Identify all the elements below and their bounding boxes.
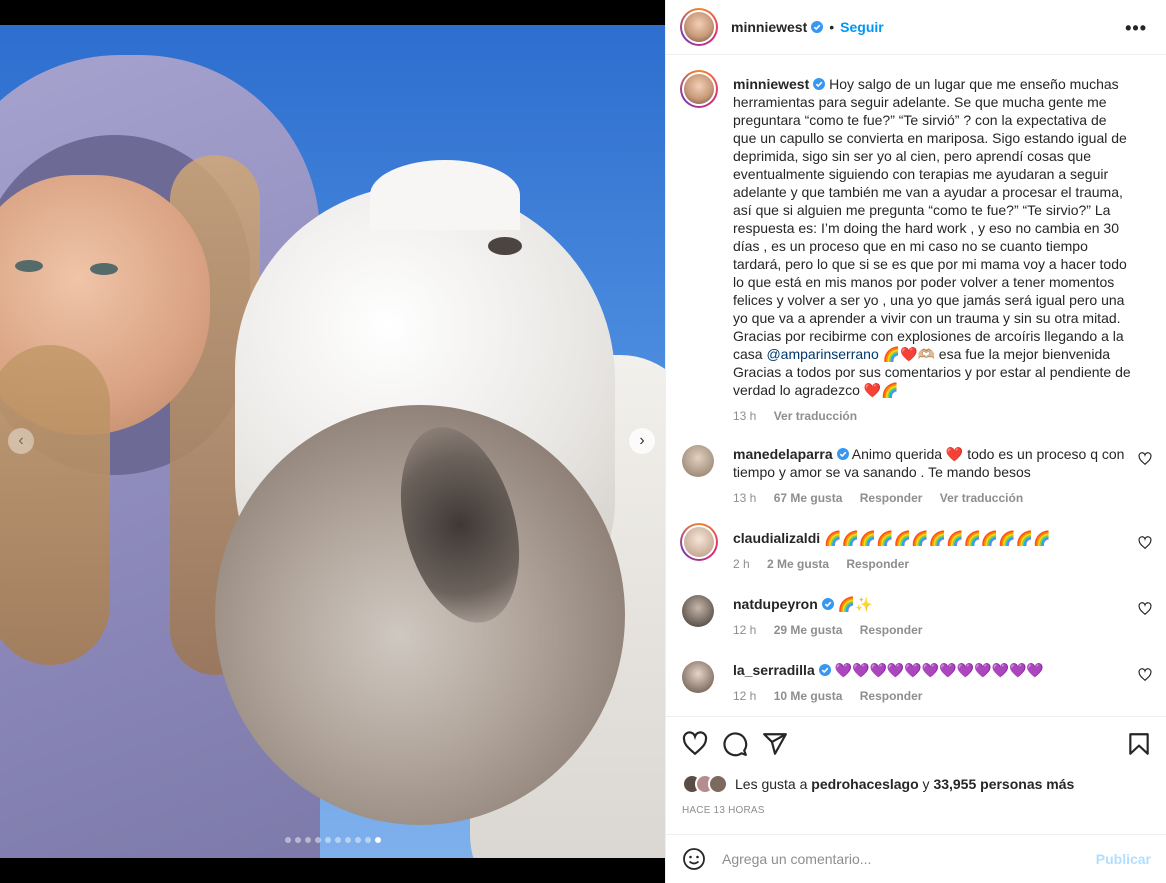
- reply-button[interactable]: Responder: [860, 491, 923, 505]
- media-pane: ‹ ›: [0, 0, 665, 883]
- comment-text: 🌈✨: [837, 596, 873, 612]
- carousel-dot: [345, 837, 351, 843]
- carousel-dot: [335, 837, 341, 843]
- comment-likes[interactable]: 10 Me gusta: [774, 689, 843, 703]
- carousel-dot: [315, 837, 321, 843]
- comment-like-heart-icon[interactable]: [1138, 602, 1152, 616]
- comment-likes[interactable]: 2 Me gusta: [767, 557, 829, 571]
- carousel-dot: [305, 837, 311, 843]
- verified-badge-icon: [836, 448, 849, 460]
- likes-count[interactable]: 33,955 personas más: [933, 776, 1074, 792]
- reply-button[interactable]: Responder: [860, 623, 923, 637]
- commenter-avatar[interactable]: [682, 445, 714, 477]
- liker-avatar: [708, 774, 728, 794]
- caption-text: Hoy salgo de un lugar que me enseño much…: [733, 76, 1127, 362]
- author-username[interactable]: minniewest: [731, 19, 807, 35]
- carousel-indicator: [285, 837, 381, 843]
- heart-icon[interactable]: [682, 731, 708, 757]
- comment-username[interactable]: claudializaldi: [733, 530, 820, 546]
- reply-button[interactable]: Responder: [846, 557, 909, 571]
- comment-translate-link[interactable]: Ver traducción: [940, 491, 1023, 505]
- post-timestamp: HACE 13 HORAS: [682, 805, 765, 816]
- comment-username[interactable]: natdupeyron: [733, 596, 818, 612]
- commenter-avatar[interactable]: [680, 523, 718, 561]
- comment-username[interactable]: la_serradilla: [733, 662, 815, 678]
- commenter-avatar[interactable]: [682, 595, 714, 627]
- comment-like-heart-icon[interactable]: [1138, 536, 1152, 550]
- comment-username[interactable]: manedelaparra: [733, 446, 833, 462]
- carousel-dot: [325, 837, 331, 843]
- post-header: minniewest • Seguir •••: [666, 0, 1166, 55]
- carousel-prev-button[interactable]: ‹: [8, 428, 34, 454]
- caption-translate-link[interactable]: Ver traducción: [774, 409, 857, 423]
- comment-like-heart-icon[interactable]: [1138, 452, 1152, 466]
- add-comment-bar: Publicar: [666, 834, 1166, 883]
- carousel-dot: [355, 837, 361, 843]
- comment-time: 12 h: [733, 689, 757, 703]
- share-icon[interactable]: [762, 731, 788, 757]
- caption-mention-link[interactable]: @amparinserrano: [766, 346, 878, 362]
- commenter-avatar[interactable]: [682, 661, 714, 693]
- caption-avatar[interactable]: [680, 70, 718, 108]
- carousel-dot: [365, 837, 371, 843]
- author-avatar[interactable]: [680, 8, 718, 46]
- comments-list[interactable]: minniewest Hoy salgo de un lugar que me …: [666, 56, 1166, 716]
- caption-username[interactable]: minniewest: [733, 76, 809, 92]
- comment-likes[interactable]: 29 Me gusta: [774, 623, 843, 637]
- verified-badge-icon: [818, 664, 831, 676]
- follow-button[interactable]: Seguir: [840, 19, 884, 35]
- caption-time: 13 h: [733, 409, 757, 423]
- verified-badge-icon: [811, 21, 824, 33]
- comment-text: 🌈🌈🌈🌈🌈🌈🌈🌈🌈🌈🌈🌈🌈: [824, 530, 1051, 546]
- comment-like-heart-icon[interactable]: [1138, 668, 1152, 682]
- liker-username[interactable]: pedrohaceslago: [811, 776, 918, 792]
- comment-icon[interactable]: [722, 731, 748, 757]
- emoji-icon[interactable]: [682, 847, 706, 871]
- post-modal: ‹ › minniewest • Seguir ••• minniewest H…: [0, 0, 1166, 883]
- likes-prefix: Les gusta a: [735, 776, 812, 792]
- comment-time: 13 h: [733, 491, 757, 505]
- post-photo: [0, 25, 665, 858]
- carousel-dot: [295, 837, 301, 843]
- verified-badge-icon: [813, 78, 826, 90]
- comment-time: 12 h: [733, 623, 757, 637]
- carousel-dot: [285, 837, 291, 843]
- comment-likes[interactable]: 67 Me gusta: [774, 491, 843, 505]
- comment-input[interactable]: [722, 851, 1082, 867]
- comment-text: 💜💜💜💜💜💜💜💜💜💜💜💜: [834, 662, 1044, 678]
- likes-mid: y: [918, 776, 934, 792]
- carousel-next-button[interactable]: ›: [629, 428, 655, 454]
- reply-button[interactable]: Responder: [860, 689, 923, 703]
- publish-button[interactable]: Publicar: [1096, 851, 1151, 867]
- post-actions: Les gusta a pedrohaceslago y 33,955 pers…: [666, 716, 1166, 834]
- header-separator: •: [829, 19, 835, 35]
- comment-time: 2 h: [733, 557, 750, 571]
- verified-badge-icon: [821, 598, 834, 610]
- likes-summary[interactable]: Les gusta a pedrohaceslago y 33,955 pers…: [682, 774, 1074, 794]
- bookmark-icon[interactable]: [1126, 731, 1152, 757]
- carousel-dot: [375, 837, 381, 843]
- more-options-icon[interactable]: •••: [1125, 18, 1147, 39]
- details-pane: minniewest • Seguir ••• minniewest Hoy s…: [665, 0, 1166, 883]
